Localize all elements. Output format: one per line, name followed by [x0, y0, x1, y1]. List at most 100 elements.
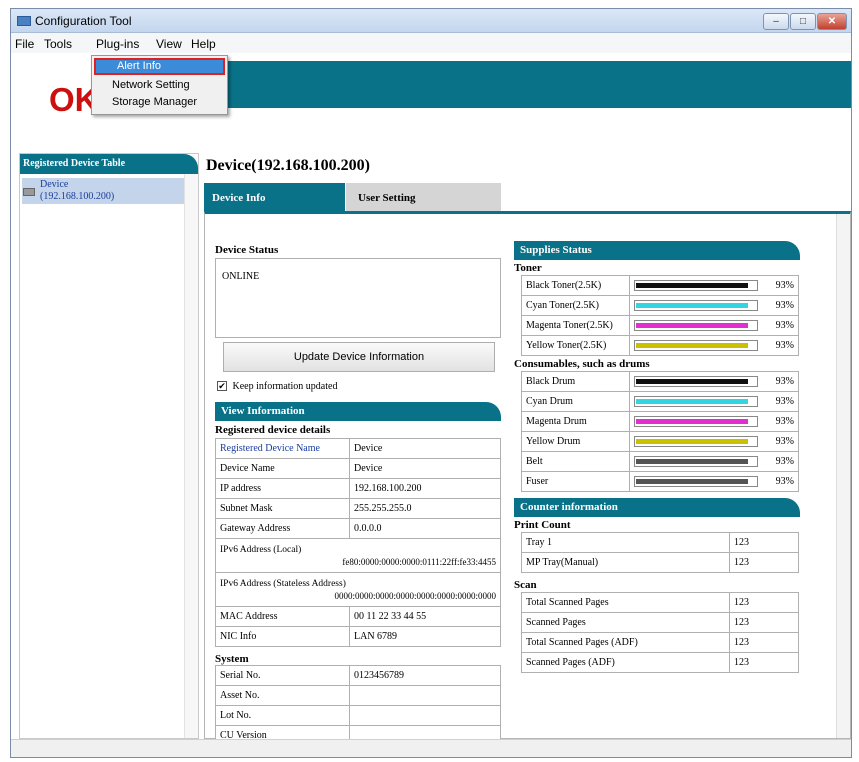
supply-level-fill — [636, 479, 748, 485]
system-key: Asset No. — [215, 685, 350, 706]
table-row: Scanned Pages (ADF) 123 — [521, 652, 799, 673]
table-row: Lot No. — [215, 705, 501, 726]
device-info-panel: Device Status ONLINE Update Device Infor… — [204, 211, 851, 746]
supply-level-fill — [636, 459, 748, 465]
supply-row: Yellow Drum 93% — [521, 431, 800, 452]
supply-name: Magenta Drum — [521, 411, 630, 432]
supply-level-bar — [634, 436, 758, 448]
supply-row: Cyan Drum 93% — [521, 391, 800, 412]
ipv6-stateless-label: IPv6 Address (Stateless Address) — [220, 578, 346, 589]
system-table: Serial No. 0123456789 Asset No. Lot No. C… — [215, 665, 501, 746]
tab-device-info[interactable]: Device Info — [204, 183, 345, 211]
counter-value: 123 — [729, 632, 799, 653]
detail-key: IP address — [215, 478, 350, 499]
device-table-pane: Registered Device Table Device (192.168.… — [19, 153, 199, 739]
table-row: IPv6 Address (Local) fe80:0000:0000:0000… — [215, 538, 501, 573]
supply-row: Black Toner(2.5K) 93% — [521, 275, 800, 296]
application-window: Configuration Tool – □ ✕ File Tools Plug… — [10, 8, 852, 758]
table-row: MAC Address 00 11 22 33 44 55 — [215, 606, 501, 627]
supply-percent: 93% — [770, 315, 800, 336]
main-scrollbar[interactable] — [836, 214, 850, 738]
menu-item-storage-manager[interactable]: Storage Manager — [112, 96, 197, 108]
toner-table: Black Toner(2.5K) 93% Cyan Toner(2.5K) 93% M… — [521, 275, 800, 356]
device-status-value: ONLINE — [222, 271, 260, 282]
counter-heading: Counter information — [514, 498, 800, 517]
menu-file[interactable]: File — [15, 37, 34, 51]
supply-level-bar — [634, 456, 758, 468]
detail-value: LAN 6789 — [349, 626, 501, 647]
supply-name: Black Drum — [521, 371, 630, 392]
table-row: Total Scanned Pages (ADF) 123 — [521, 632, 799, 653]
device-tree-name: Device — [40, 179, 69, 190]
supply-name: Yellow Toner(2.5K) — [521, 335, 630, 356]
system-key: Serial No. — [215, 665, 350, 686]
detail-value: 0.0.0.0 — [349, 518, 501, 539]
counter-key: Total Scanned Pages (ADF) — [521, 632, 730, 653]
system-value — [349, 685, 501, 706]
print-count-label: Print Count — [514, 519, 571, 531]
counter-value: 123 — [729, 532, 799, 553]
keep-updated-label: Keep information updated — [232, 381, 338, 392]
header-title: Configuration Tool — [674, 122, 844, 143]
supply-level-fill — [636, 283, 748, 289]
menu-bar: File Tools Plug-ins View Help — [11, 33, 851, 77]
view-info-heading: View Information — [215, 402, 501, 421]
supply-percent: 93% — [770, 471, 800, 492]
supply-percent: 93% — [770, 335, 800, 356]
tab-user-setting[interactable]: User Setting — [346, 183, 501, 211]
device-title: Device(192.168.100.200) — [206, 157, 370, 174]
printer-icon — [23, 188, 35, 196]
counter-key: Scanned Pages (ADF) — [521, 652, 730, 673]
device-table-heading: Registered Device Table — [20, 154, 198, 174]
detail-value: 192.168.100.200 — [349, 478, 501, 499]
menu-item-network-setting[interactable]: Network Setting — [112, 79, 190, 91]
keep-updated-checkbox[interactable]: ✔ — [217, 381, 227, 391]
title-bar: Configuration Tool – □ ✕ — [11, 9, 851, 33]
ipv6-stateless-value: 0000:0000:0000:0000:0000:0000:0000:0000 — [334, 590, 496, 601]
supply-name: Black Toner(2.5K) — [521, 275, 630, 296]
counter-key: Scanned Pages — [521, 612, 730, 633]
menu-view[interactable]: View — [156, 37, 182, 51]
menu-item-alert-info[interactable]: Alert Info — [94, 58, 225, 75]
maximize-button[interactable]: □ — [790, 13, 816, 30]
registered-details-table: Registered Device Name Device Device Name… — [215, 438, 501, 647]
supply-level-fill — [636, 323, 748, 329]
update-device-info-button[interactable]: Update Device Information — [223, 342, 495, 372]
counter-value: 123 — [729, 592, 799, 613]
counter-value: 123 — [729, 652, 799, 673]
supply-percent: 93% — [770, 411, 800, 432]
app-icon — [17, 16, 31, 26]
device-status-box: ONLINE — [215, 258, 501, 338]
device-tree-item[interactable]: Device (192.168.100.200) — [22, 178, 184, 204]
counter-key: Total Scanned Pages — [521, 592, 730, 613]
supply-name: Cyan Drum — [521, 391, 630, 412]
supply-name: Yellow Drum — [521, 431, 630, 452]
system-label: System — [215, 653, 249, 665]
menu-tools[interactable]: Tools — [44, 37, 72, 51]
counter-value: 123 — [729, 552, 799, 573]
detail-key: Device Name — [215, 458, 350, 479]
close-button[interactable]: ✕ — [817, 13, 847, 30]
detail-key: Gateway Address — [215, 518, 350, 539]
menu-help[interactable]: Help — [191, 37, 216, 51]
menu-plugins[interactable]: Plug-ins — [96, 37, 139, 51]
supply-level-bar — [634, 300, 758, 312]
system-value: 0123456789 — [349, 665, 501, 686]
window-title: Configuration Tool — [35, 14, 132, 28]
system-value — [349, 705, 501, 726]
plugins-dropdown-menu: Alert Info Network Setting Storage Manag… — [91, 55, 228, 115]
table-row: Subnet Mask 255.255.255.0 — [215, 498, 501, 519]
device-status-label: Device Status — [215, 244, 279, 256]
supply-percent: 93% — [770, 275, 800, 296]
device-tree-ip: (192.168.100.200) — [40, 191, 115, 202]
table-row: Tray 1 123 — [521, 532, 799, 553]
table-row: IP address 192.168.100.200 — [215, 478, 501, 499]
counter-key: MP Tray(Manual) — [521, 552, 730, 573]
minimize-button[interactable]: – — [763, 13, 789, 30]
ipv6-local-value: fe80:0000:0000:0000:0111:22ff:fe33:4455 — [342, 556, 496, 567]
left-scrollbar[interactable] — [184, 174, 198, 738]
registered-details-label: Registered device details — [215, 424, 331, 436]
detail-value: 255.255.255.0 — [349, 498, 501, 519]
supply-percent: 93% — [770, 451, 800, 472]
keep-updated-row: ✔ Keep information updated — [217, 381, 337, 392]
